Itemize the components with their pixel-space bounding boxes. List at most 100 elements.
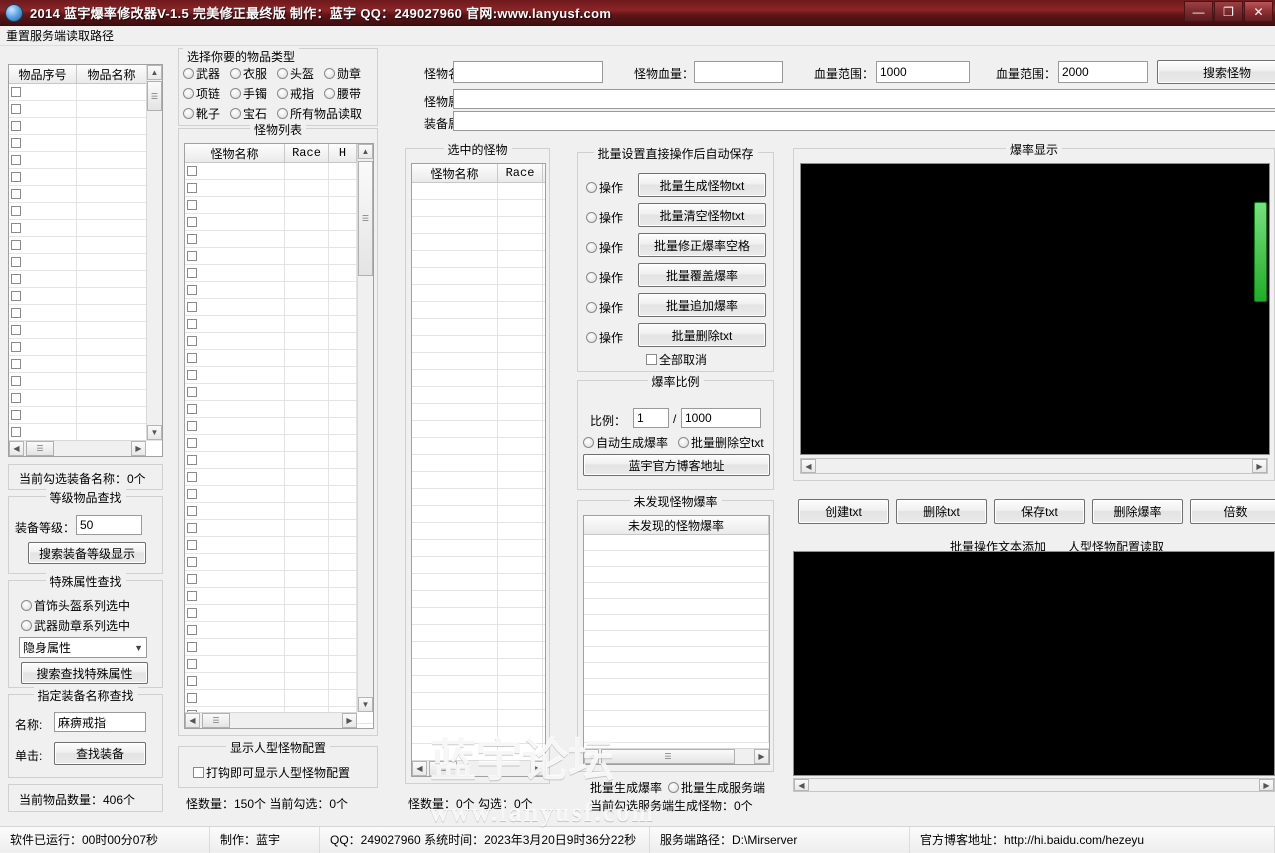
table-row[interactable] xyxy=(584,679,769,695)
item-id-cell[interactable] xyxy=(9,390,77,406)
item-id-cell[interactable] xyxy=(9,152,77,168)
table-row[interactable] xyxy=(9,152,162,169)
item-id-cell[interactable] xyxy=(9,271,77,287)
action-button-0[interactable]: 创建txt xyxy=(798,499,889,524)
item-id-cell[interactable] xyxy=(9,101,77,117)
monster-name-cell[interactable] xyxy=(185,248,285,264)
table-row[interactable] xyxy=(412,642,545,659)
monster-name-cell[interactable] xyxy=(185,673,285,689)
monster-name-cell[interactable] xyxy=(185,197,285,213)
monster-name-cell[interactable] xyxy=(185,333,285,349)
maximize-button[interactable]: ❐ xyxy=(1214,1,1243,22)
table-row[interactable] xyxy=(9,424,162,441)
monster-checkbox[interactable] xyxy=(187,404,197,414)
radio-batch-op-2[interactable]: 操作 xyxy=(586,239,623,256)
action-button-1[interactable]: 删除txt xyxy=(896,499,987,524)
table-row[interactable] xyxy=(185,656,373,673)
monster-checkbox[interactable] xyxy=(187,387,197,397)
monster-list-hscrollbar[interactable]: ◀ ☰ ▶ xyxy=(185,712,357,728)
table-row[interactable] xyxy=(9,84,162,101)
batch-button-0[interactable]: 批量生成怪物txt xyxy=(638,173,766,197)
monster-list-grid[interactable]: 怪物名称 Race H ▲ ☰ ▼ ◀ ☰ ▶ xyxy=(184,143,374,729)
monster-checkbox[interactable] xyxy=(187,557,197,567)
radio-batch-delete-empty-txt[interactable]: 批量删除空txt xyxy=(678,434,764,451)
lower-right-textarea[interactable] xyxy=(793,551,1275,776)
table-row[interactable] xyxy=(9,101,162,118)
table-row[interactable] xyxy=(185,435,373,452)
table-row[interactable] xyxy=(584,727,769,743)
item-list-scroll-left-arrow[interactable]: ◀ xyxy=(9,441,24,456)
monster-checkbox[interactable] xyxy=(187,608,197,618)
batch-button-4[interactable]: 批量追加爆率 xyxy=(638,293,766,317)
radio-item-type-10[interactable]: 所有物品读取 xyxy=(277,105,362,122)
monster-name-cell[interactable] xyxy=(185,316,285,332)
monster-scroll-thumb[interactable]: ☰ xyxy=(358,161,373,276)
item-id-cell[interactable] xyxy=(9,84,77,100)
table-row[interactable] xyxy=(185,401,373,418)
monster-checkbox[interactable] xyxy=(187,676,197,686)
monster-checkbox[interactable] xyxy=(187,489,197,499)
table-row[interactable] xyxy=(412,727,545,744)
item-list-scroll-down-arrow[interactable]: ▼ xyxy=(147,425,162,440)
table-row[interactable] xyxy=(584,663,769,679)
monster-checkbox[interactable] xyxy=(187,659,197,669)
table-row[interactable] xyxy=(412,234,545,251)
table-row[interactable] xyxy=(412,370,545,387)
monster-name-cell[interactable] xyxy=(185,282,285,298)
monster-name-cell[interactable] xyxy=(185,639,285,655)
monster-hscroll-thumb[interactable]: ☰ xyxy=(202,713,230,728)
hp-range-min-input[interactable]: 1000 xyxy=(876,61,970,83)
monster-checkbox[interactable] xyxy=(187,421,197,431)
undiscovered-scroll-right-arrow[interactable]: ▶ xyxy=(754,749,769,764)
table-row[interactable] xyxy=(9,407,162,424)
table-row[interactable] xyxy=(185,554,373,571)
table-row[interactable] xyxy=(412,353,545,370)
item-checkbox[interactable] xyxy=(11,240,21,250)
table-row[interactable] xyxy=(9,203,162,220)
table-row[interactable] xyxy=(412,183,545,200)
item-checkbox[interactable] xyxy=(11,138,21,148)
table-row[interactable] xyxy=(412,200,545,217)
lower-right-scroll-right-arrow[interactable]: ▶ xyxy=(1259,779,1274,791)
search-monster-button[interactable]: 搜索怪物 xyxy=(1157,60,1275,84)
table-row[interactable] xyxy=(185,180,373,197)
item-checkbox[interactable] xyxy=(11,121,21,131)
table-row[interactable] xyxy=(185,163,373,180)
monster-checkbox[interactable] xyxy=(187,268,197,278)
table-row[interactable] xyxy=(185,231,373,248)
table-row[interactable] xyxy=(185,571,373,588)
drop-display-scroll-right-arrow[interactable]: ▶ xyxy=(1252,459,1267,473)
table-row[interactable] xyxy=(185,673,373,690)
item-checkbox[interactable] xyxy=(11,325,21,335)
equip-name-input[interactable]: 麻痹戒指 xyxy=(54,712,146,732)
close-button[interactable]: ✕ xyxy=(1244,1,1273,22)
item-checkbox[interactable] xyxy=(11,427,21,437)
table-row[interactable] xyxy=(412,455,545,472)
search-special-attr-button[interactable]: 搜索查找特殊属性 xyxy=(21,662,148,684)
item-id-cell[interactable] xyxy=(9,254,77,270)
equip-level-input[interactable]: 50 xyxy=(76,515,142,535)
undiscovered-hscrollbar[interactable]: ◀ ☰ ▶ xyxy=(584,748,769,764)
monster-scroll-left-arrow[interactable]: ◀ xyxy=(185,713,200,728)
item-id-cell[interactable] xyxy=(9,203,77,219)
table-row[interactable] xyxy=(185,384,373,401)
monster-checkbox[interactable] xyxy=(187,234,197,244)
table-row[interactable] xyxy=(412,251,545,268)
monster-checkbox[interactable] xyxy=(187,625,197,635)
table-row[interactable] xyxy=(412,523,545,540)
table-row[interactable] xyxy=(412,693,545,710)
item-id-cell[interactable] xyxy=(9,356,77,372)
batch-button-2[interactable]: 批量修正爆率空格 xyxy=(638,233,766,257)
batch-button-5[interactable]: 批量删除txt xyxy=(638,323,766,347)
drop-display-textarea[interactable] xyxy=(800,163,1270,455)
monster-name-cell[interactable] xyxy=(185,214,285,230)
selected-monsters-hscrollbar[interactable]: ◀ ☰ ▶ xyxy=(412,760,545,776)
table-row[interactable] xyxy=(412,574,545,591)
drop-display-scroll-left-arrow[interactable]: ◀ xyxy=(801,459,816,473)
table-row[interactable] xyxy=(584,631,769,647)
radio-weapon-medal[interactable]: 武器勋章系列选中 xyxy=(21,617,130,634)
batch-button-3[interactable]: 批量覆盖爆率 xyxy=(638,263,766,287)
table-row[interactable] xyxy=(584,711,769,727)
item-checkbox[interactable] xyxy=(11,104,21,114)
item-checkbox[interactable] xyxy=(11,308,21,318)
